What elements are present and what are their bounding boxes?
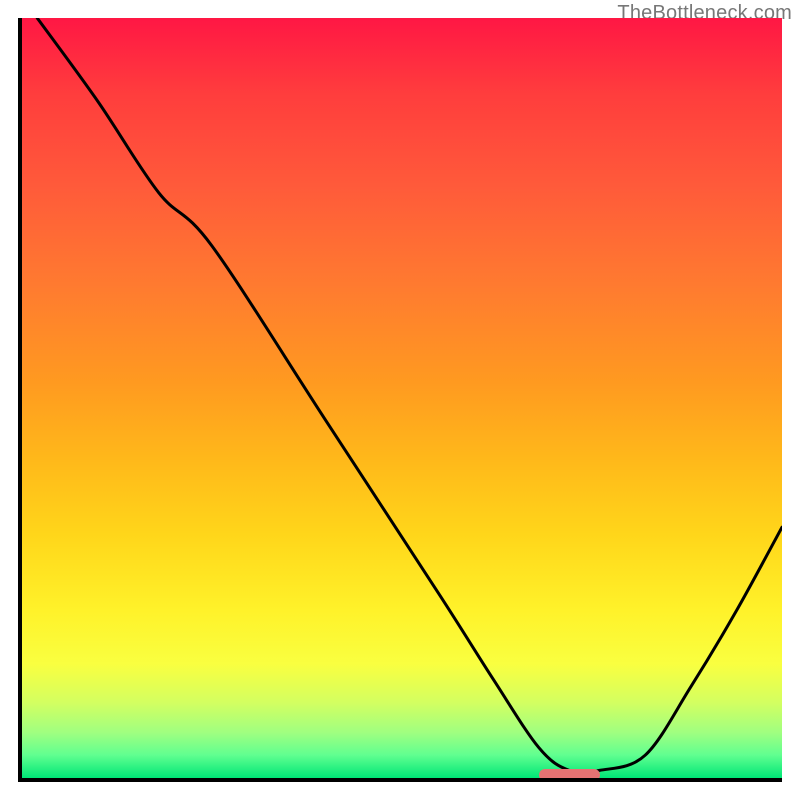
chart-container: TheBottleneck.com [0,0,800,800]
optimal-range-marker [539,769,600,781]
plot-area [18,18,782,782]
bottleneck-curve [22,18,782,778]
